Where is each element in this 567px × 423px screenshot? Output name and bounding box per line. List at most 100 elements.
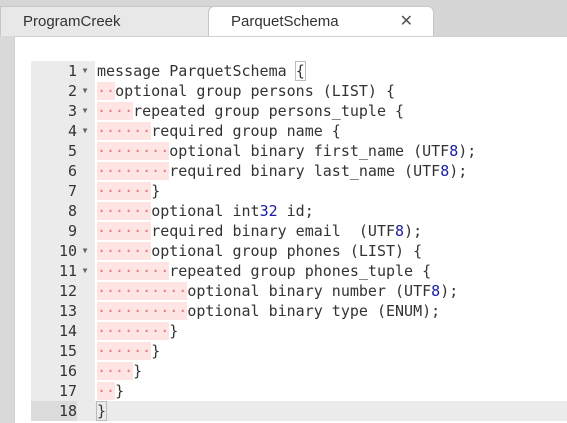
indent-whitespace: ······ [97, 242, 152, 260]
line-number: 3 [67, 102, 77, 120]
indent-whitespace: ······ [97, 122, 152, 140]
line-number: 4 [67, 122, 77, 140]
code-content: } [95, 401, 108, 421]
code-content: optional int32 id; [151, 202, 314, 220]
code-text: ········repeated group phones_tuple { [97, 261, 431, 281]
code-content: optional binary number (UTF8); [187, 282, 459, 300]
code-line[interactable]: 11 ▼ ········repeated group phones_tuple { [31, 261, 567, 281]
line-number: 18 [31, 401, 77, 421]
line-number: 7 [67, 182, 77, 200]
tab-label: ParquetSchema [231, 13, 339, 30]
code-content: optional binary first_name (UTF8); [169, 142, 477, 160]
fold-arrow-icon[interactable]: ▼ [79, 61, 91, 81]
code-content: message ParquetSchema { [97, 61, 306, 81]
indent-whitespace: ···· [97, 362, 134, 380]
line-number: 17 [58, 382, 77, 400]
code-content: repeated group phones_tuple { [169, 262, 432, 280]
code-text: ········optional binary first_name (UTF8… [97, 141, 476, 161]
line-number: 1 [67, 62, 77, 80]
indent-whitespace: ········ [97, 262, 170, 280]
code-content: } [169, 322, 179, 340]
line-number: 14 [58, 322, 77, 340]
code-line[interactable]: 2 ▼ ··optional group persons (LIST) { [31, 81, 567, 101]
fold-arrow-icon[interactable]: ▼ [79, 121, 91, 141]
code-text: ··········optional binary type (ENUM); [97, 301, 440, 321]
code-line[interactable]: 8 ······optional int32 id; [31, 201, 567, 221]
code-text: ····} [97, 361, 142, 381]
code-text: ··optional group persons (LIST) { [97, 81, 395, 101]
indent-whitespace: ······ [97, 222, 152, 240]
line-number: 9 [67, 222, 77, 240]
code-line[interactable]: 3 ▼ ····repeated group persons_tuple { [31, 101, 567, 121]
code-content: } [151, 342, 161, 360]
indent-whitespace: ·········· [97, 302, 188, 320]
code-text: ······} [97, 341, 160, 361]
line-number: 15 [58, 342, 77, 360]
line-number: 6 [67, 162, 77, 180]
indent-whitespace: ······ [97, 342, 152, 360]
code-line[interactable]: 5 ········optional binary first_name (UTF… [31, 141, 567, 161]
code-line[interactable]: 15 ······} [31, 341, 567, 361]
code-text: ········} [97, 321, 178, 341]
code-content: } [115, 382, 125, 400]
line-number: 11 [58, 262, 77, 280]
code-content: required group name { [151, 122, 341, 140]
code-content: repeated group persons_tuple { [133, 102, 405, 120]
tab-parquetschema[interactable]: ParquetSchema ✕ [208, 6, 434, 36]
code-line[interactable]: 17 ··} [31, 381, 567, 401]
code-text: ········required binary last_name (UTF8)… [97, 161, 467, 181]
fold-arrow-icon[interactable]: ▼ [79, 261, 91, 281]
code-line[interactable]: 9 ······required binary email (UTF8); [31, 221, 567, 241]
code-text: ····repeated group persons_tuple { [97, 101, 404, 121]
code-text: } [95, 401, 108, 421]
line-number: 8 [67, 202, 77, 220]
editor-panel: 1 ▼ message ParquetSchema {2 ▼ ··optional gr… [14, 36, 567, 423]
code-text: message ParquetSchema { [97, 61, 306, 81]
code-line[interactable]: 13 ··········optional binary type (ENUM); [31, 301, 567, 321]
line-number: 13 [58, 302, 77, 320]
indent-whitespace: ·· [97, 382, 116, 400]
close-icon[interactable]: ✕ [400, 7, 413, 37]
code-line[interactable]: 18} [31, 401, 567, 421]
indent-whitespace: ······ [97, 202, 152, 220]
code-text: ··········optional binary number (UTF8); [97, 281, 458, 301]
line-number: 2 [67, 82, 77, 100]
indent-whitespace: ········ [97, 322, 170, 340]
code-content: } [151, 182, 161, 200]
code-text: ··} [97, 381, 124, 401]
code-content: optional group phones (LIST) { [151, 242, 423, 260]
text-cursor [106, 403, 108, 420]
code-content: required binary email (UTF8); [151, 222, 423, 240]
line-number: 5 [67, 142, 77, 160]
indent-whitespace: ·········· [97, 282, 188, 300]
fold-arrow-icon[interactable]: ▼ [79, 81, 91, 101]
line-number: 10 [58, 242, 77, 260]
indent-whitespace: ·· [97, 82, 116, 100]
code-text: ······optional int32 id; [97, 201, 314, 221]
code-line[interactable]: 12 ··········optional binary number (UTF8… [31, 281, 567, 301]
fold-arrow-icon[interactable]: ▼ [79, 241, 91, 261]
code-content: optional group persons (LIST) { [115, 82, 396, 100]
fold-arrow-icon[interactable]: ▼ [79, 101, 91, 121]
code-content: } [133, 362, 143, 380]
indent-whitespace: ······ [97, 182, 152, 200]
code-line[interactable]: 16 ····} [31, 361, 567, 381]
code-text: ······required group name { [97, 121, 341, 141]
line-number: 16 [58, 362, 77, 380]
code-line[interactable]: 4 ▼ ······required group name { [31, 121, 567, 141]
code-line[interactable]: 14 ········} [31, 321, 567, 341]
indent-whitespace: ········ [97, 162, 170, 180]
code-line[interactable]: 10 ▼ ······optional group phones (LIST) { [31, 241, 567, 261]
code-line[interactable]: 1 ▼ message ParquetSchema { [31, 61, 567, 81]
code-content: required binary last_name (UTF8); [169, 162, 468, 180]
code-line[interactable]: 6 ········required binary last_name (UTF8… [31, 161, 567, 181]
code-text: ······} [97, 181, 160, 201]
code-line[interactable]: 7 ······} [31, 181, 567, 201]
code-text: ······optional group phones (LIST) { [97, 241, 422, 261]
tab-label: ProgramCreek [23, 13, 121, 30]
tab-programcreek[interactable]: ProgramCreek [0, 6, 230, 36]
line-number: 12 [58, 282, 77, 300]
tab-bar: ProgramCreek ParquetSchema ✕ [0, 0, 567, 36]
indent-whitespace: ········ [97, 142, 170, 160]
indent-whitespace: ···· [97, 102, 134, 120]
